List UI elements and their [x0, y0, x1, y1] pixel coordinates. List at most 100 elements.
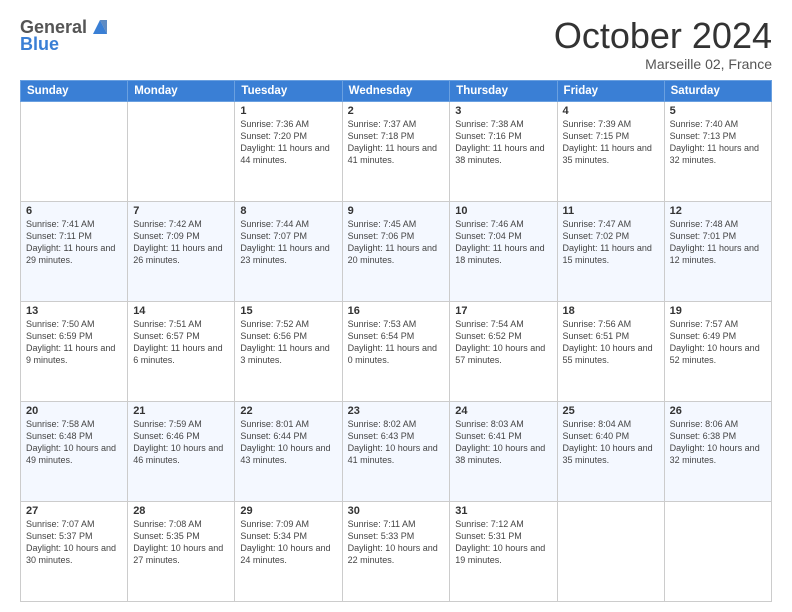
header: General Blue October 2024 Marseille 02, … [20, 16, 772, 72]
day-info: Sunrise: 8:06 AMSunset: 6:38 PMDaylight:… [670, 418, 766, 467]
calendar-cell: 29Sunrise: 7:09 AMSunset: 5:34 PMDayligh… [235, 501, 342, 601]
day-info: Sunrise: 7:41 AMSunset: 7:11 PMDaylight:… [26, 218, 122, 267]
day-info: Sunrise: 7:42 AMSunset: 7:09 PMDaylight:… [133, 218, 229, 267]
logo-icon [89, 16, 111, 38]
day-info: Sunrise: 7:48 AMSunset: 7:01 PMDaylight:… [670, 218, 766, 267]
calendar-cell: 15Sunrise: 7:52 AMSunset: 6:56 PMDayligh… [235, 301, 342, 401]
day-number: 4 [563, 105, 659, 117]
day-header-monday: Monday [128, 80, 235, 101]
day-info: Sunrise: 7:57 AMSunset: 6:49 PMDaylight:… [670, 318, 766, 367]
calendar-cell: 26Sunrise: 8:06 AMSunset: 6:38 PMDayligh… [664, 401, 771, 501]
day-number: 8 [240, 205, 336, 217]
day-info: Sunrise: 7:59 AMSunset: 6:46 PMDaylight:… [133, 418, 229, 467]
day-number: 2 [348, 105, 445, 117]
day-number: 6 [26, 205, 122, 217]
day-info: Sunrise: 7:54 AMSunset: 6:52 PMDaylight:… [455, 318, 551, 367]
day-info: Sunrise: 7:45 AMSunset: 7:06 PMDaylight:… [348, 218, 445, 267]
day-info: Sunrise: 7:46 AMSunset: 7:04 PMDaylight:… [455, 218, 551, 267]
calendar-cell: 21Sunrise: 7:59 AMSunset: 6:46 PMDayligh… [128, 401, 235, 501]
calendar-table: SundayMondayTuesdayWednesdayThursdayFrid… [20, 80, 772, 602]
day-number: 22 [240, 405, 336, 417]
calendar-cell: 25Sunrise: 8:04 AMSunset: 6:40 PMDayligh… [557, 401, 664, 501]
day-info: Sunrise: 7:44 AMSunset: 7:07 PMDaylight:… [240, 218, 336, 267]
day-number: 7 [133, 205, 229, 217]
calendar-cell: 24Sunrise: 8:03 AMSunset: 6:41 PMDayligh… [450, 401, 557, 501]
calendar-cell: 8Sunrise: 7:44 AMSunset: 7:07 PMDaylight… [235, 201, 342, 301]
day-info: Sunrise: 7:53 AMSunset: 6:54 PMDaylight:… [348, 318, 445, 367]
calendar-cell: 23Sunrise: 8:02 AMSunset: 6:43 PMDayligh… [342, 401, 450, 501]
calendar-cell: 20Sunrise: 7:58 AMSunset: 6:48 PMDayligh… [21, 401, 128, 501]
day-info: Sunrise: 7:08 AMSunset: 5:35 PMDaylight:… [133, 518, 229, 567]
calendar-week-4: 27Sunrise: 7:07 AMSunset: 5:37 PMDayligh… [21, 501, 772, 601]
calendar-cell: 5Sunrise: 7:40 AMSunset: 7:13 PMDaylight… [664, 101, 771, 201]
calendar-cell: 3Sunrise: 7:38 AMSunset: 7:16 PMDaylight… [450, 101, 557, 201]
calendar-cell [128, 101, 235, 201]
day-info: Sunrise: 7:36 AMSunset: 7:20 PMDaylight:… [240, 118, 336, 167]
day-info: Sunrise: 8:03 AMSunset: 6:41 PMDaylight:… [455, 418, 551, 467]
calendar-cell: 11Sunrise: 7:47 AMSunset: 7:02 PMDayligh… [557, 201, 664, 301]
calendar-cell: 7Sunrise: 7:42 AMSunset: 7:09 PMDaylight… [128, 201, 235, 301]
title-block: October 2024 Marseille 02, France [554, 16, 772, 72]
day-number: 25 [563, 405, 659, 417]
day-number: 11 [563, 205, 659, 217]
calendar-cell: 1Sunrise: 7:36 AMSunset: 7:20 PMDaylight… [235, 101, 342, 201]
day-number: 29 [240, 505, 336, 517]
day-number: 30 [348, 505, 445, 517]
day-info: Sunrise: 7:56 AMSunset: 6:51 PMDaylight:… [563, 318, 659, 367]
calendar-cell: 31Sunrise: 7:12 AMSunset: 5:31 PMDayligh… [450, 501, 557, 601]
calendar-cell: 9Sunrise: 7:45 AMSunset: 7:06 PMDaylight… [342, 201, 450, 301]
calendar-week-1: 6Sunrise: 7:41 AMSunset: 7:11 PMDaylight… [21, 201, 772, 301]
calendar-cell: 16Sunrise: 7:53 AMSunset: 6:54 PMDayligh… [342, 301, 450, 401]
calendar-cell [21, 101, 128, 201]
day-number: 20 [26, 405, 122, 417]
day-number: 23 [348, 405, 445, 417]
calendar-cell: 4Sunrise: 7:39 AMSunset: 7:15 PMDaylight… [557, 101, 664, 201]
day-info: Sunrise: 7:38 AMSunset: 7:16 PMDaylight:… [455, 118, 551, 167]
day-number: 1 [240, 105, 336, 117]
day-info: Sunrise: 7:07 AMSunset: 5:37 PMDaylight:… [26, 518, 122, 567]
month-title: October 2024 [554, 16, 772, 56]
calendar-cell: 22Sunrise: 8:01 AMSunset: 6:44 PMDayligh… [235, 401, 342, 501]
day-number: 27 [26, 505, 122, 517]
day-info: Sunrise: 7:39 AMSunset: 7:15 PMDaylight:… [563, 118, 659, 167]
calendar-week-3: 20Sunrise: 7:58 AMSunset: 6:48 PMDayligh… [21, 401, 772, 501]
day-number: 9 [348, 205, 445, 217]
day-number: 31 [455, 505, 551, 517]
calendar-week-2: 13Sunrise: 7:50 AMSunset: 6:59 PMDayligh… [21, 301, 772, 401]
day-info: Sunrise: 7:12 AMSunset: 5:31 PMDaylight:… [455, 518, 551, 567]
calendar-week-0: 1Sunrise: 7:36 AMSunset: 7:20 PMDaylight… [21, 101, 772, 201]
day-number: 28 [133, 505, 229, 517]
calendar-cell: 6Sunrise: 7:41 AMSunset: 7:11 PMDaylight… [21, 201, 128, 301]
day-info: Sunrise: 8:02 AMSunset: 6:43 PMDaylight:… [348, 418, 445, 467]
day-info: Sunrise: 7:50 AMSunset: 6:59 PMDaylight:… [26, 318, 122, 367]
calendar-cell: 14Sunrise: 7:51 AMSunset: 6:57 PMDayligh… [128, 301, 235, 401]
day-number: 17 [455, 305, 551, 317]
calendar-cell: 12Sunrise: 7:48 AMSunset: 7:01 PMDayligh… [664, 201, 771, 301]
day-info: Sunrise: 7:58 AMSunset: 6:48 PMDaylight:… [26, 418, 122, 467]
calendar-cell [557, 501, 664, 601]
day-info: Sunrise: 7:11 AMSunset: 5:33 PMDaylight:… [348, 518, 445, 567]
day-info: Sunrise: 8:01 AMSunset: 6:44 PMDaylight:… [240, 418, 336, 467]
day-header-tuesday: Tuesday [235, 80, 342, 101]
day-info: Sunrise: 8:04 AMSunset: 6:40 PMDaylight:… [563, 418, 659, 467]
calendar-cell: 30Sunrise: 7:11 AMSunset: 5:33 PMDayligh… [342, 501, 450, 601]
day-number: 16 [348, 305, 445, 317]
day-header-wednesday: Wednesday [342, 80, 450, 101]
calendar-cell: 13Sunrise: 7:50 AMSunset: 6:59 PMDayligh… [21, 301, 128, 401]
day-header-sunday: Sunday [21, 80, 128, 101]
day-info: Sunrise: 7:40 AMSunset: 7:13 PMDaylight:… [670, 118, 766, 167]
day-number: 15 [240, 305, 336, 317]
day-info: Sunrise: 7:47 AMSunset: 7:02 PMDaylight:… [563, 218, 659, 267]
calendar-header-row: SundayMondayTuesdayWednesdayThursdayFrid… [21, 80, 772, 101]
calendar-cell: 10Sunrise: 7:46 AMSunset: 7:04 PMDayligh… [450, 201, 557, 301]
day-info: Sunrise: 7:51 AMSunset: 6:57 PMDaylight:… [133, 318, 229, 367]
location: Marseille 02, France [554, 56, 772, 72]
day-info: Sunrise: 7:52 AMSunset: 6:56 PMDaylight:… [240, 318, 336, 367]
day-number: 12 [670, 205, 766, 217]
calendar-cell: 2Sunrise: 7:37 AMSunset: 7:18 PMDaylight… [342, 101, 450, 201]
day-header-friday: Friday [557, 80, 664, 101]
day-number: 24 [455, 405, 551, 417]
day-number: 13 [26, 305, 122, 317]
day-number: 14 [133, 305, 229, 317]
calendar-cell: 27Sunrise: 7:07 AMSunset: 5:37 PMDayligh… [21, 501, 128, 601]
